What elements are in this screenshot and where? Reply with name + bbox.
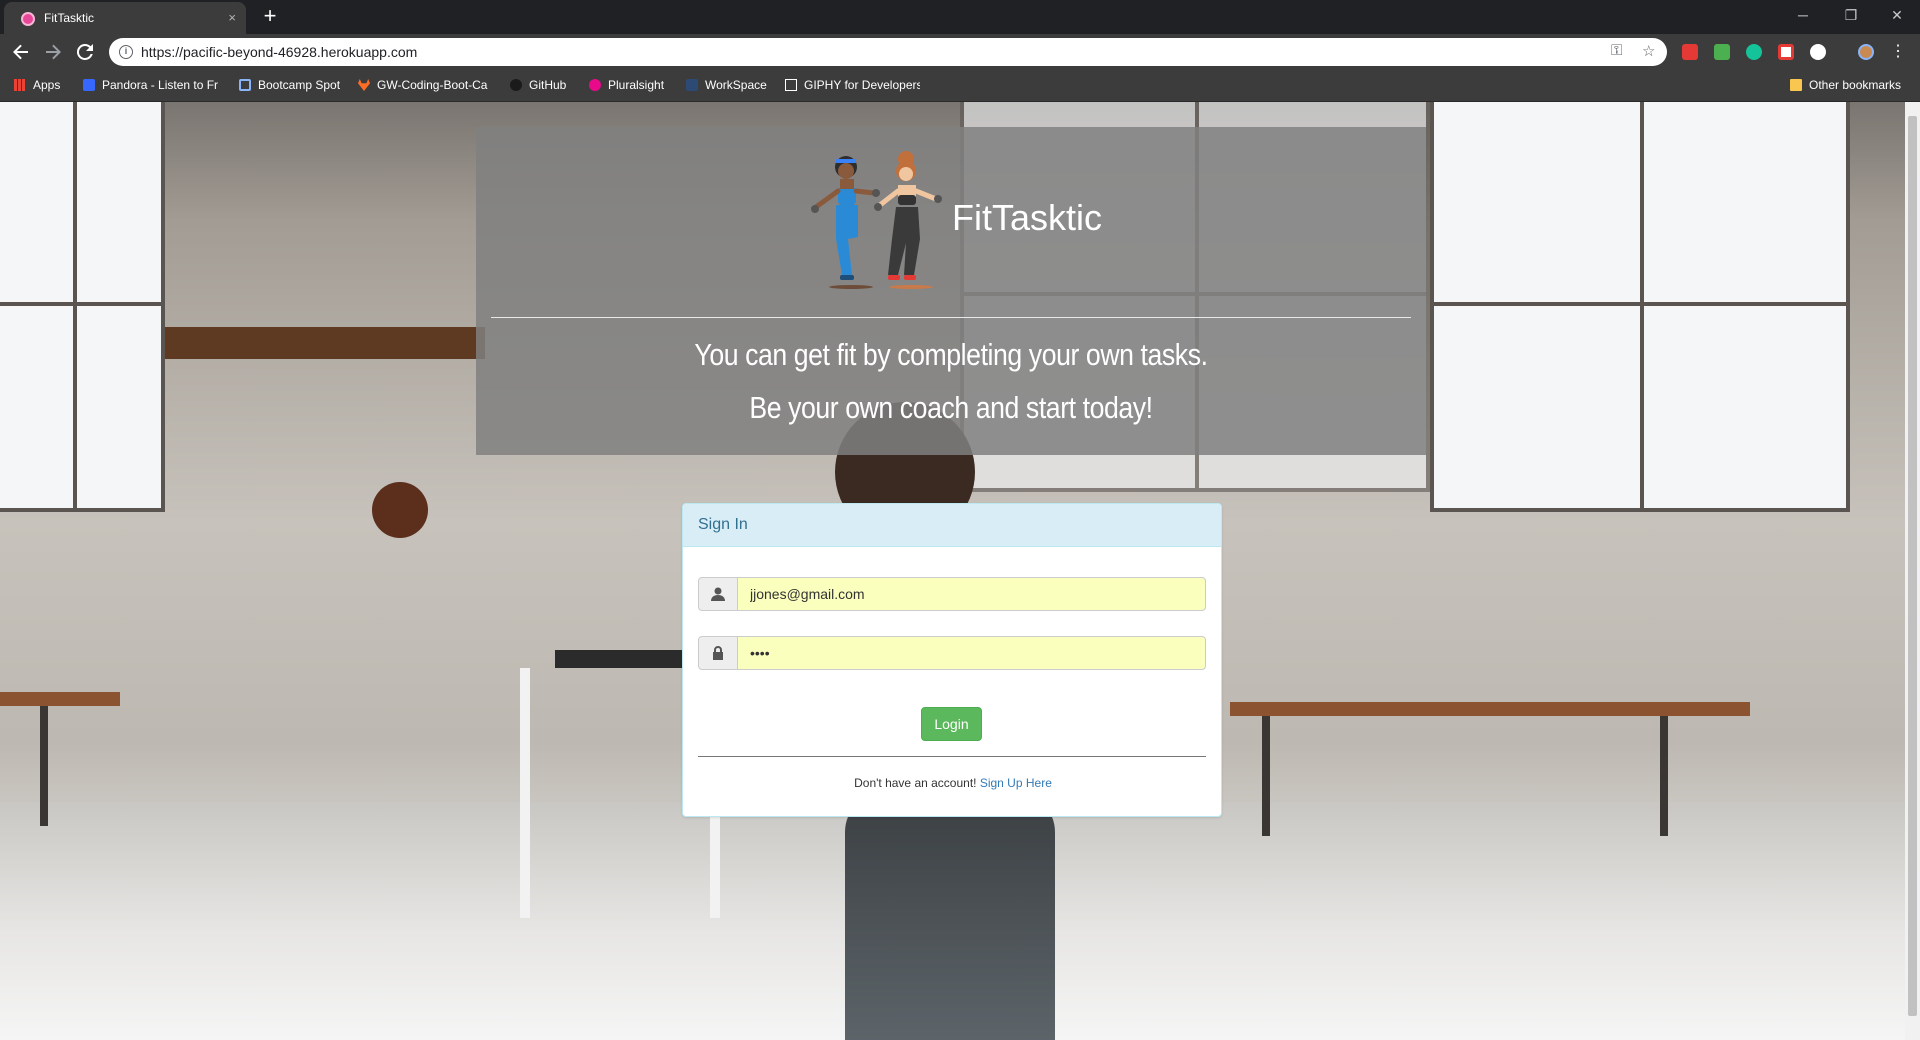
signup-prompt: Don't have an account! Sign Up Here	[683, 776, 1223, 790]
lock-icon	[698, 636, 738, 670]
restore-button[interactable]: ❐	[1828, 0, 1874, 30]
bookmark-apps[interactable]: Apps	[14, 78, 60, 92]
no-account-text: Don't have an account!	[854, 776, 977, 790]
extension-red-icon[interactable]	[1682, 44, 1698, 60]
gitlab-icon	[358, 79, 370, 91]
extension-white-icon[interactable]	[1810, 44, 1826, 60]
signin-title: Sign In	[698, 516, 748, 533]
bench-right	[1230, 702, 1750, 716]
back-icon[interactable]	[7, 38, 35, 66]
scrollbar-thumb[interactable]	[1908, 116, 1917, 1016]
extension-new-icon[interactable]	[1714, 44, 1730, 60]
athlete-legs	[845, 792, 1055, 1040]
brand-title: FitTasktic	[952, 197, 1103, 238]
email-field[interactable]	[737, 577, 1206, 611]
pocket-icon[interactable]	[1778, 44, 1794, 60]
bench-left-leg	[40, 706, 48, 826]
bench-right-leg-1	[1262, 716, 1270, 836]
email-input-group	[698, 577, 1206, 611]
pandora-icon	[83, 79, 95, 91]
page-background: FitTasktic You can get fit by completing…	[0, 102, 1905, 1040]
hero-banner: FitTasktic You can get fit by completing…	[476, 127, 1426, 455]
bookmarks-bar: Apps Pandora - Listen to Fr Bootcamp Spo…	[0, 70, 1920, 102]
github-icon	[510, 79, 522, 91]
address-bar[interactable]: i https://pacific-beyond-46928.herokuapp…	[109, 38, 1667, 66]
bookmark-giphy[interactable]: GIPHY for Developers	[785, 78, 920, 92]
giphy-icon	[785, 79, 797, 91]
new-tab-button[interactable]: +	[256, 4, 284, 30]
page-scrollbar[interactable]	[1905, 102, 1920, 1040]
forward-icon[interactable]	[39, 38, 67, 66]
menu-kebab-icon[interactable]: ⋮	[1884, 38, 1912, 66]
tab-strip: FitTasktic × + ─ ❐ ✕	[0, 0, 1920, 34]
browser-toolbar: i https://pacific-beyond-46928.herokuapp…	[0, 34, 1920, 70]
password-input-group	[698, 636, 1206, 670]
hero-tagline-1: You can get fit by completing your own t…	[694, 337, 1208, 372]
pluralsight-icon	[589, 79, 601, 91]
fitness-women-logo-icon	[811, 151, 942, 289]
url-text[interactable]: https://pacific-beyond-46928.herokuapp.c…	[141, 44, 417, 60]
grammarly-icon[interactable]	[1746, 44, 1762, 60]
browser-tab[interactable]: FitTasktic ×	[4, 2, 246, 34]
gym-window-right	[1430, 102, 1850, 512]
login-button[interactable]: Login	[921, 707, 982, 741]
close-window-button[interactable]: ✕	[1874, 0, 1920, 30]
bookmark-workspace[interactable]: WorkSpace	[686, 78, 767, 92]
minimize-button[interactable]: ─	[1780, 0, 1826, 30]
fittasktic-favicon-icon	[21, 12, 35, 26]
signin-panel: Sign In Login Don't have an account! Sig…	[682, 503, 1222, 817]
key-icon[interactable]: ⚿	[1611, 42, 1622, 59]
close-tab-icon[interactable]: ×	[228, 10, 236, 25]
gym-window-left	[0, 102, 165, 512]
hero-divider	[491, 317, 1411, 318]
profile-avatar-icon[interactable]	[1858, 44, 1874, 60]
bookmark-pandora[interactable]: Pandora - Listen to Fr	[83, 78, 218, 92]
medicine-ball	[372, 482, 428, 538]
folder-icon	[1790, 79, 1802, 91]
reload-icon[interactable]	[71, 38, 99, 66]
user-icon	[698, 577, 738, 611]
site-info-icon[interactable]: i	[119, 45, 133, 59]
bookmark-gitlab[interactable]: GW-Coding-Boot-Ca	[358, 78, 487, 92]
wall-rack	[165, 327, 485, 359]
signin-divider	[698, 756, 1206, 757]
bench-right-leg-2	[1660, 716, 1668, 836]
signin-panel-heading: Sign In	[683, 504, 1221, 547]
apps-grid-icon	[14, 79, 26, 91]
bookmark-star-icon[interactable]: ☆	[1642, 42, 1655, 60]
bench-left	[0, 692, 120, 706]
other-bookmarks[interactable]: Other bookmarks	[1790, 78, 1901, 92]
bootcamp-shield-icon	[239, 79, 251, 91]
bookmark-github[interactable]: GitHub	[510, 78, 566, 92]
bookmark-bootcamp-spot[interactable]: Bootcamp Spot	[239, 78, 340, 92]
signup-link[interactable]: Sign Up Here	[980, 776, 1052, 790]
hero-tagline-2: Be your own coach and start today!	[749, 390, 1153, 425]
workspace-icon	[686, 79, 698, 91]
tab-title: FitTasktic	[44, 11, 95, 25]
password-field[interactable]	[737, 636, 1206, 670]
bookmark-pluralsight[interactable]: Pluralsight	[589, 78, 664, 92]
